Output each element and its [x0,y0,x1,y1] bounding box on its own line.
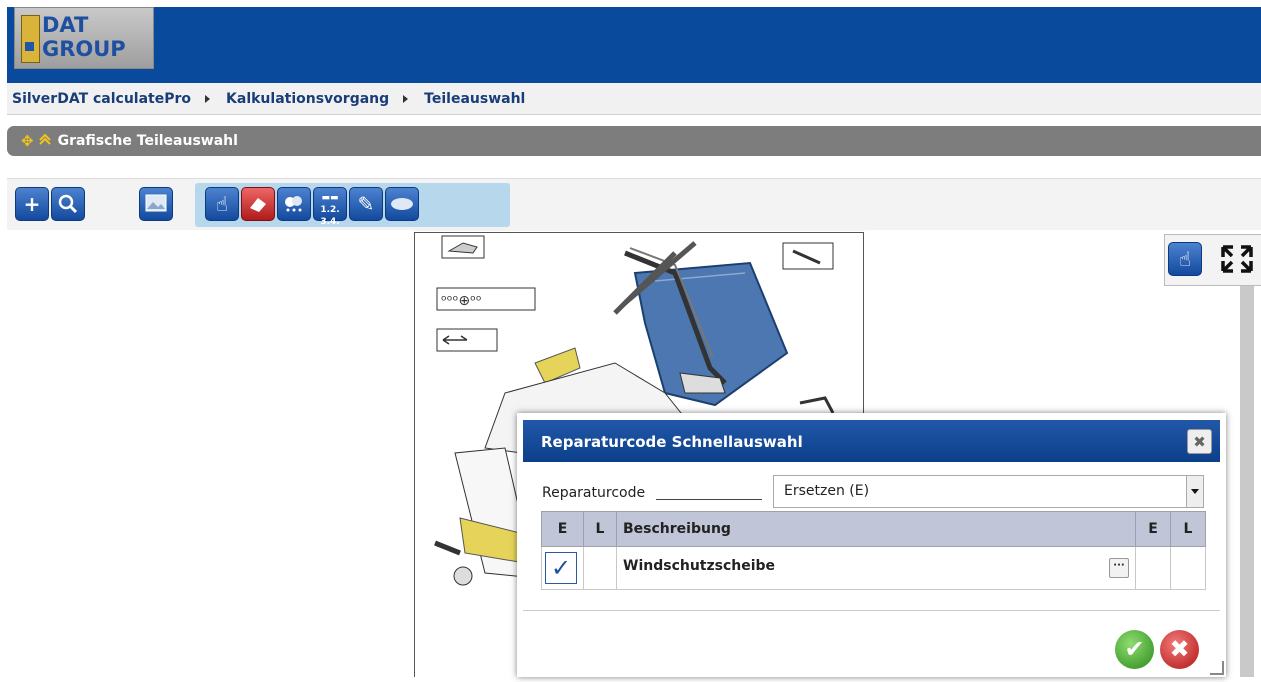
cell-l[interactable] [583,546,617,590]
view-tools: ☝ [1164,234,1261,286]
dialog-divider [523,610,1220,611]
paint-icon[interactable] [277,187,311,221]
eraser-icon[interactable] [241,187,275,221]
breadcrumb-item-silverdat[interactable]: SilverDAT calculatePro [12,91,191,107]
confirm-check-icon[interactable]: ✔ [1115,630,1154,669]
dialog-title: Reparaturcode Schnellauswahl [541,433,803,451]
column-header-e[interactable]: E [541,511,584,547]
image-icon[interactable] [139,187,173,221]
panel-title: Grafische Teileauswahl [57,133,238,149]
cell-e2[interactable] [1135,546,1171,590]
logo-line-2: GROUP [42,37,126,61]
close-icon[interactable]: ✖ [1187,429,1212,454]
repair-code-dialog: Reparaturcode Schnellauswahl ✖ Reparatur… [517,413,1226,677]
table-header-row: E L Beschreibung E L [541,511,1206,547]
cell-e-checkbox[interactable]: ✓ [541,546,584,590]
vertical-scrollbar[interactable] [1240,283,1254,677]
hand-pointer-icon[interactable]: ☝ [205,187,239,221]
column-header-beschreibung[interactable]: Beschreibung [616,511,1136,547]
toolbar: + ☝ ▬▬ 1.2. 3.4. ✎ [7,178,1261,231]
more-options-icon[interactable]: ··· [1109,558,1129,578]
parts-list-panel [7,230,413,677]
cancel-x-icon[interactable]: ✖ [1160,630,1199,669]
logo-mark-icon [21,15,40,63]
add-icon[interactable]: + [15,187,49,221]
svg-text:ᵒᵒᵒ⊕ᵒᵒ: ᵒᵒᵒ⊕ᵒᵒ [441,293,482,309]
column-header-e2[interactable]: E [1135,511,1171,547]
repair-code-label: Reparaturcode [542,485,646,501]
logo-line-1: DAT [42,13,89,37]
table-row[interactable]: ✓ Windschutzscheibe ··· [541,546,1206,590]
search-icon[interactable] [51,187,85,221]
tools-icon[interactable]: ✎ [349,187,383,221]
hand-pointer-icon[interactable]: ☝ [1168,242,1202,276]
dialog-title-bar[interactable]: Reparaturcode Schnellauswahl ✖ [523,420,1220,462]
column-header-l[interactable]: L [583,511,617,547]
toggle-icon[interactable] [385,187,419,221]
panel-header: ✥ Grafische Teileauswahl [7,126,1261,156]
repair-code-select[interactable]: Ersetzen (E) [773,475,1204,508]
breadcrumb-separator-icon [205,94,211,103]
breadcrumb-item-teileauswahl[interactable]: Teileauswahl [424,91,525,107]
dat-group-logo[interactable]: DAT GROUP [14,7,154,69]
collapse-up-icon[interactable] [38,132,52,150]
breadcrumb: SilverDAT calculatePro Kalkulationsvorga… [7,83,1261,115]
column-header-l2[interactable]: L [1170,511,1206,547]
fullscreen-icon[interactable] [1217,241,1257,277]
move-icon[interactable]: ✥ [21,132,34,150]
resize-grip-icon[interactable] [1210,661,1224,675]
breadcrumb-separator-icon [403,94,409,103]
chevron-down-icon[interactable] [1186,476,1203,507]
part-description: Windschutzscheibe [623,558,776,574]
cell-description: Windschutzscheibe ··· [616,546,1136,590]
breadcrumb-item-kalkulationsvorgang[interactable]: Kalkulationsvorgang [226,91,389,107]
numbered-list-icon[interactable]: ▬▬ 1.2. 3.4. [313,187,347,227]
app-header: DAT GROUP [7,7,1261,83]
checkmark-icon[interactable]: ✓ [545,552,577,584]
cell-l2[interactable] [1170,546,1206,590]
parts-table: E L Beschreibung E L ✓ Windschutzscheibe… [541,511,1206,590]
repair-code-selected-value: Ersetzen (E) [784,483,870,499]
label-underline [656,499,762,500]
